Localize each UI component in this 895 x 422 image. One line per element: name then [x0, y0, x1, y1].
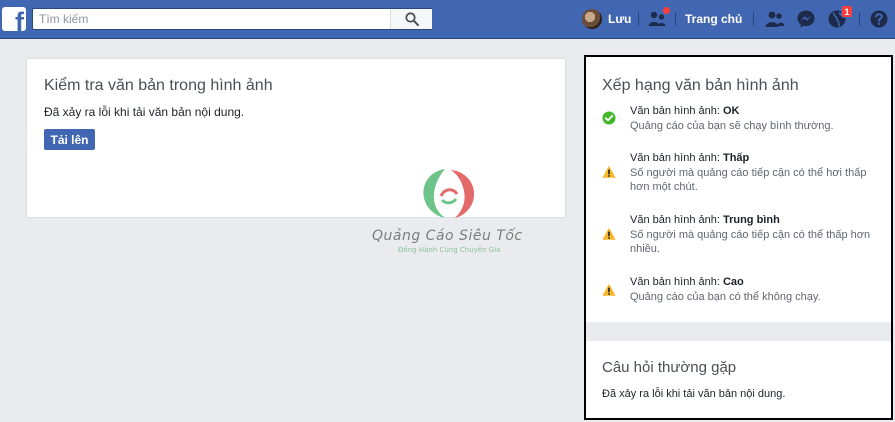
rating-description: Số người mà quảng cáo tiếp cận có thể hơ…: [630, 167, 867, 193]
rating-description: Quảng cáo của bạn sẽ chạy bình thường.: [630, 120, 834, 132]
profile-name: Lưu: [608, 12, 632, 26]
image-text-check-card: Kiểm tra văn bản trong hình ảnh Đã xảy r…: [26, 58, 566, 218]
messenger-button[interactable]: [795, 8, 817, 30]
messenger-icon: [797, 10, 815, 28]
rating-title: Xếp hạng văn bản hình ảnh: [602, 77, 799, 94]
profile-link[interactable]: Lưu: [582, 8, 631, 30]
warning-icon: [602, 283, 616, 296]
faq-error-message: Đã xảy ra lỗi khi tải văn bản nội dung.: [602, 388, 786, 400]
faq-card: Câu hỏi thường gặp Đã xảy ra lỗi khi tải…: [586, 341, 891, 418]
rating-label: Văn bản hình ảnh: Trung bình: [630, 214, 780, 226]
error-message: Đã xảy ra lỗi khi tải văn bản nội dung.: [44, 105, 245, 119]
notifications-button[interactable]: 1: [826, 5, 853, 30]
nav-divider: [859, 12, 860, 26]
upload-button[interactable]: Tải lên: [44, 129, 95, 150]
avatar: [582, 9, 602, 29]
nav-divider: [753, 12, 754, 26]
notification-count-badge: 1: [841, 5, 853, 18]
nav-divider: [638, 12, 639, 26]
search-box: [32, 8, 432, 30]
search-icon: [404, 12, 419, 26]
friend-requests-button[interactable]: [764, 8, 786, 30]
search-input[interactable]: [33, 9, 383, 29]
home-link[interactable]: Trang chủ: [685, 12, 742, 26]
notification-dot: [662, 6, 671, 15]
watermark-title: Quảng Cáo Siêu Tốc: [372, 228, 523, 244]
image-text-rating-card: Xếp hạng văn bản hình ảnh Văn bản hình ả…: [586, 57, 891, 322]
card-title: Kiểm tra văn bản trong hình ảnh: [44, 77, 273, 94]
faq-title: Câu hỏi thường gặp: [602, 359, 737, 376]
rating-label: Văn bản hình ảnh: OK: [630, 105, 740, 117]
warning-icon: [602, 165, 616, 178]
rating-description: Số người mà quảng cáo tiếp cận có thể th…: [630, 229, 871, 255]
facebook-logo-icon[interactable]: f: [2, 7, 26, 31]
search-button[interactable]: [390, 9, 432, 29]
watermark-logo-icon: [423, 169, 475, 218]
rating-description: Quảng cáo của bạn có thể không chạy.: [630, 291, 821, 303]
friend-requests-icon: [765, 11, 785, 27]
rating-label: Văn bản hình ảnh: Cao: [630, 276, 744, 288]
help-button[interactable]: [868, 8, 890, 30]
nav-divider: [675, 12, 676, 26]
top-navigation-bar: f Lưu Trang chủ: [0, 0, 895, 39]
find-friends-button[interactable]: [647, 6, 671, 30]
help-icon: [870, 10, 888, 28]
warning-icon: [602, 227, 616, 240]
watermark-subtitle: Đồng Hành Cùng Chuyên Gia: [398, 246, 501, 254]
rating-label: Văn bản hình ảnh: Thấp: [630, 152, 750, 164]
check-circle-icon: [602, 111, 616, 125]
right-panel: Xếp hạng văn bản hình ảnh Văn bản hình ả…: [584, 55, 893, 420]
